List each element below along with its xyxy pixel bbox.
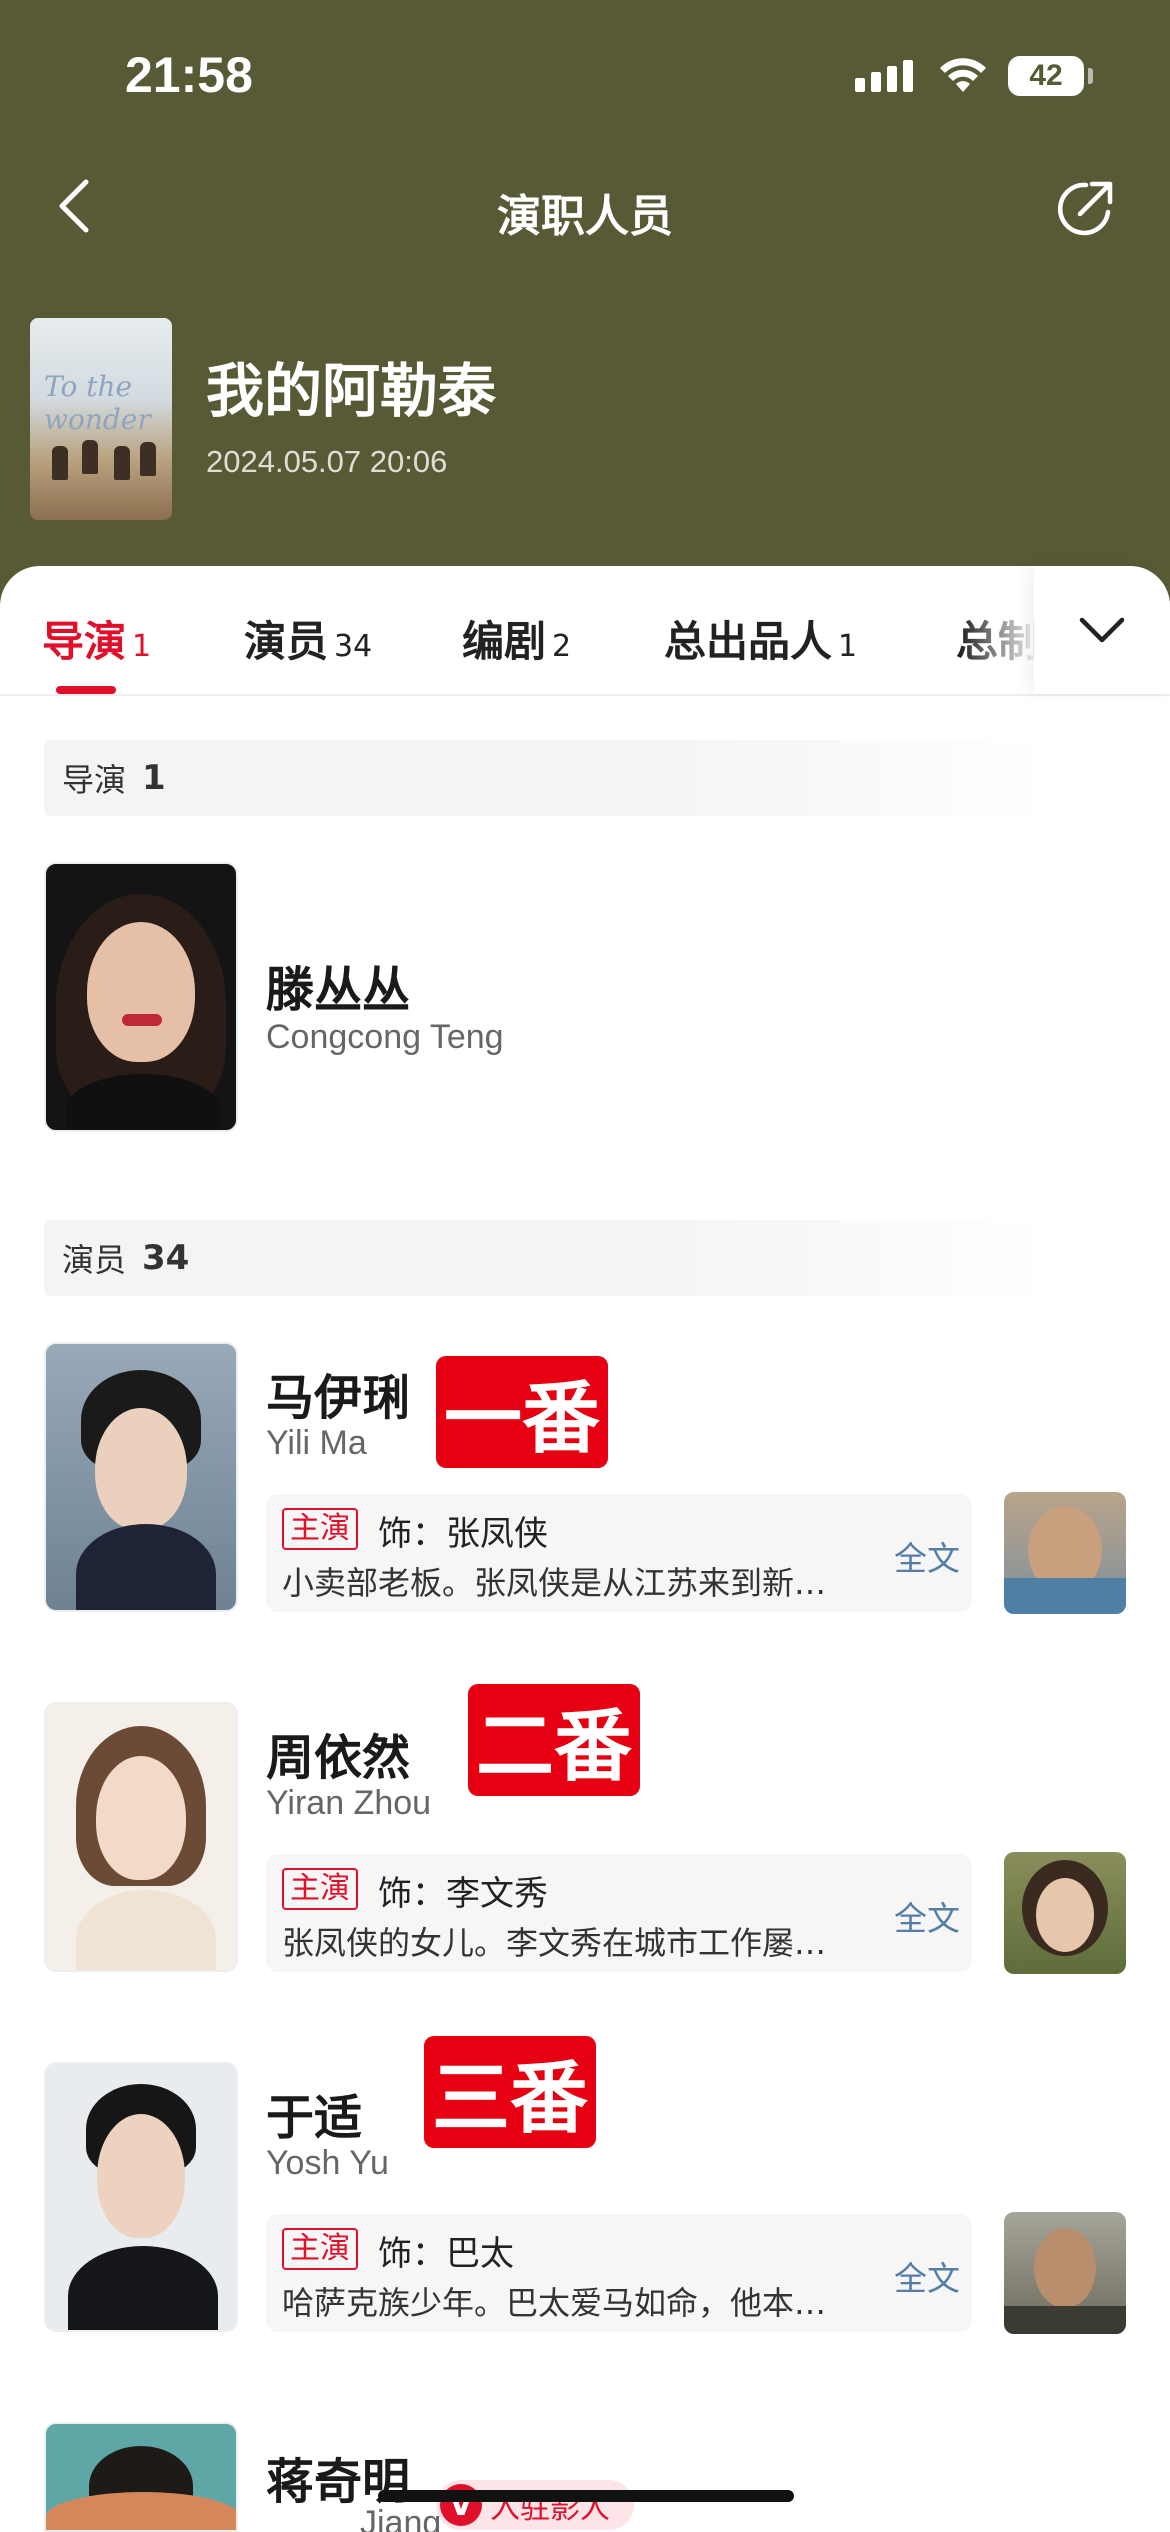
battery-level: 42 — [1029, 59, 1063, 92]
tab-count: 1 — [132, 629, 152, 664]
actor-name-en: Yiran Zhou — [266, 1784, 432, 1822]
director-name[interactable]: 滕丛丛 — [266, 950, 410, 1020]
tab-count: 1 — [838, 629, 858, 664]
tab-fade — [960, 566, 1040, 694]
role-character: 饰：张凤侠 — [378, 1514, 548, 1554]
actor-name[interactable]: 于适 — [266, 2078, 362, 2148]
avatar[interactable] — [44, 862, 238, 1132]
actor-name-en: Jiang — [360, 2504, 442, 2532]
movie-title[interactable]: 我的阿勒泰 — [206, 344, 496, 428]
section-count: 34 — [142, 1238, 190, 1278]
battery-tip — [1088, 68, 1093, 84]
tab-writers[interactable]: 编剧 2 — [462, 608, 571, 669]
poster-figure — [82, 440, 98, 474]
movie-date: 2024.05.07 20:06 — [206, 444, 448, 479]
actor-name-en: Yili Ma — [266, 1424, 367, 1462]
section-header-actors: 演员 34 — [44, 1220, 1044, 1296]
avatar[interactable] — [44, 2062, 238, 2332]
rank-badge: 三番 — [424, 2036, 596, 2148]
director-name-en: Congcong Teng — [266, 1018, 504, 1056]
role-tag: 主演 — [282, 1508, 358, 1550]
role-card[interactable]: 主演 饰：张凤侠 小卖部老板。张凤侠是从江苏来到新疆的汉族女人，独自带着孩子……… — [266, 1494, 972, 1612]
role-description: 小卖部老板。张凤侠是从江苏来到新疆的汉族女人，独自带着孩子…… — [282, 1564, 842, 1602]
expand-tabs-button[interactable] — [1034, 566, 1170, 694]
poster-figure — [140, 442, 156, 476]
verified-badge: V 入驻影人 — [436, 2480, 634, 2530]
home-indicator — [378, 2490, 794, 2502]
avatar[interactable] — [44, 1702, 238, 1972]
category-tabs: 导演1 演员34 编剧2 总出品人1 总制 — [0, 566, 1170, 696]
tab-label: 编剧 — [462, 617, 547, 666]
tab-label: 总出品人 — [664, 617, 833, 666]
read-more-link[interactable]: 全文 — [894, 1532, 960, 1580]
poster-figure — [52, 446, 68, 480]
header: 21:58 42 演职人员 To the wonder 我的阿勒泰 2024.0… — [0, 0, 1170, 620]
rank-badge: 一番 — [436, 1356, 608, 1468]
actor-name-en: Yosh Yu — [266, 2144, 389, 2182]
read-more-link[interactable]: 全文 — [894, 1892, 960, 1940]
cellular-signal-icon — [855, 60, 913, 92]
status-time: 21:58 — [125, 47, 253, 103]
role-card[interactable]: 主演 饰：巴太 哈萨克族少年。巴太爱马如命，他本想成为一名驯马师…… 全文 — [266, 2214, 972, 2332]
chevron-down-icon — [1079, 617, 1125, 643]
role-description: 哈萨克族少年。巴太爱马如命，他本想成为一名驯马师…… — [282, 2284, 842, 2322]
role-character: 饰：李文秀 — [378, 1874, 548, 1914]
tab-label: 导演 — [42, 617, 127, 666]
section-header-director: 导演 1 — [44, 740, 1044, 816]
role-tag: 主演 — [282, 1868, 358, 1910]
tab-director[interactable]: 导演 1 — [42, 608, 151, 669]
tab-count: 2 — [552, 629, 572, 664]
poster-figure — [114, 446, 130, 480]
rank-badge: 二番 — [468, 1684, 640, 1796]
wifi-icon — [940, 58, 986, 92]
page-title: 演职人员 — [497, 191, 673, 242]
character-thumbnail[interactable] — [1004, 2212, 1126, 2334]
active-tab-indicator — [56, 686, 116, 694]
avatar[interactable] — [44, 1342, 238, 1612]
role-description: 张凤侠的女儿。李文秀在城市工作屡屡碰壁，回到家乡…… — [282, 1924, 842, 1962]
role-character: 饰：巴太 — [378, 2234, 514, 2274]
character-thumbnail[interactable] — [1004, 1852, 1126, 1974]
share-icon[interactable] — [1052, 176, 1118, 242]
role-tag: 主演 — [282, 2228, 358, 2270]
section-count: 1 — [142, 758, 166, 798]
section-label: 演员 — [62, 1241, 127, 1279]
movie-poster[interactable]: To the wonder — [30, 318, 172, 520]
battery-icon: 42 — [1008, 56, 1084, 96]
section-label: 导演 — [62, 761, 127, 799]
actor-name[interactable]: 马伊琍 — [266, 1358, 410, 1428]
tab-label: 演员 — [244, 617, 329, 666]
read-more-link[interactable]: 全文 — [894, 2252, 960, 2300]
tab-count: 34 — [334, 629, 373, 664]
avatar[interactable] — [44, 2422, 238, 2532]
character-thumbnail[interactable] — [1004, 1492, 1126, 1614]
tab-chief-producer[interactable]: 总出品人 1 — [664, 608, 857, 669]
tab-actors[interactable]: 演员 34 — [244, 608, 372, 669]
poster-title: To the wonder — [44, 370, 151, 436]
role-card[interactable]: 主演 饰：李文秀 张凤侠的女儿。李文秀在城市工作屡屡碰壁，回到家乡…… 全文 — [266, 1854, 972, 1972]
actor-name[interactable]: 周依然 — [266, 1718, 410, 1788]
